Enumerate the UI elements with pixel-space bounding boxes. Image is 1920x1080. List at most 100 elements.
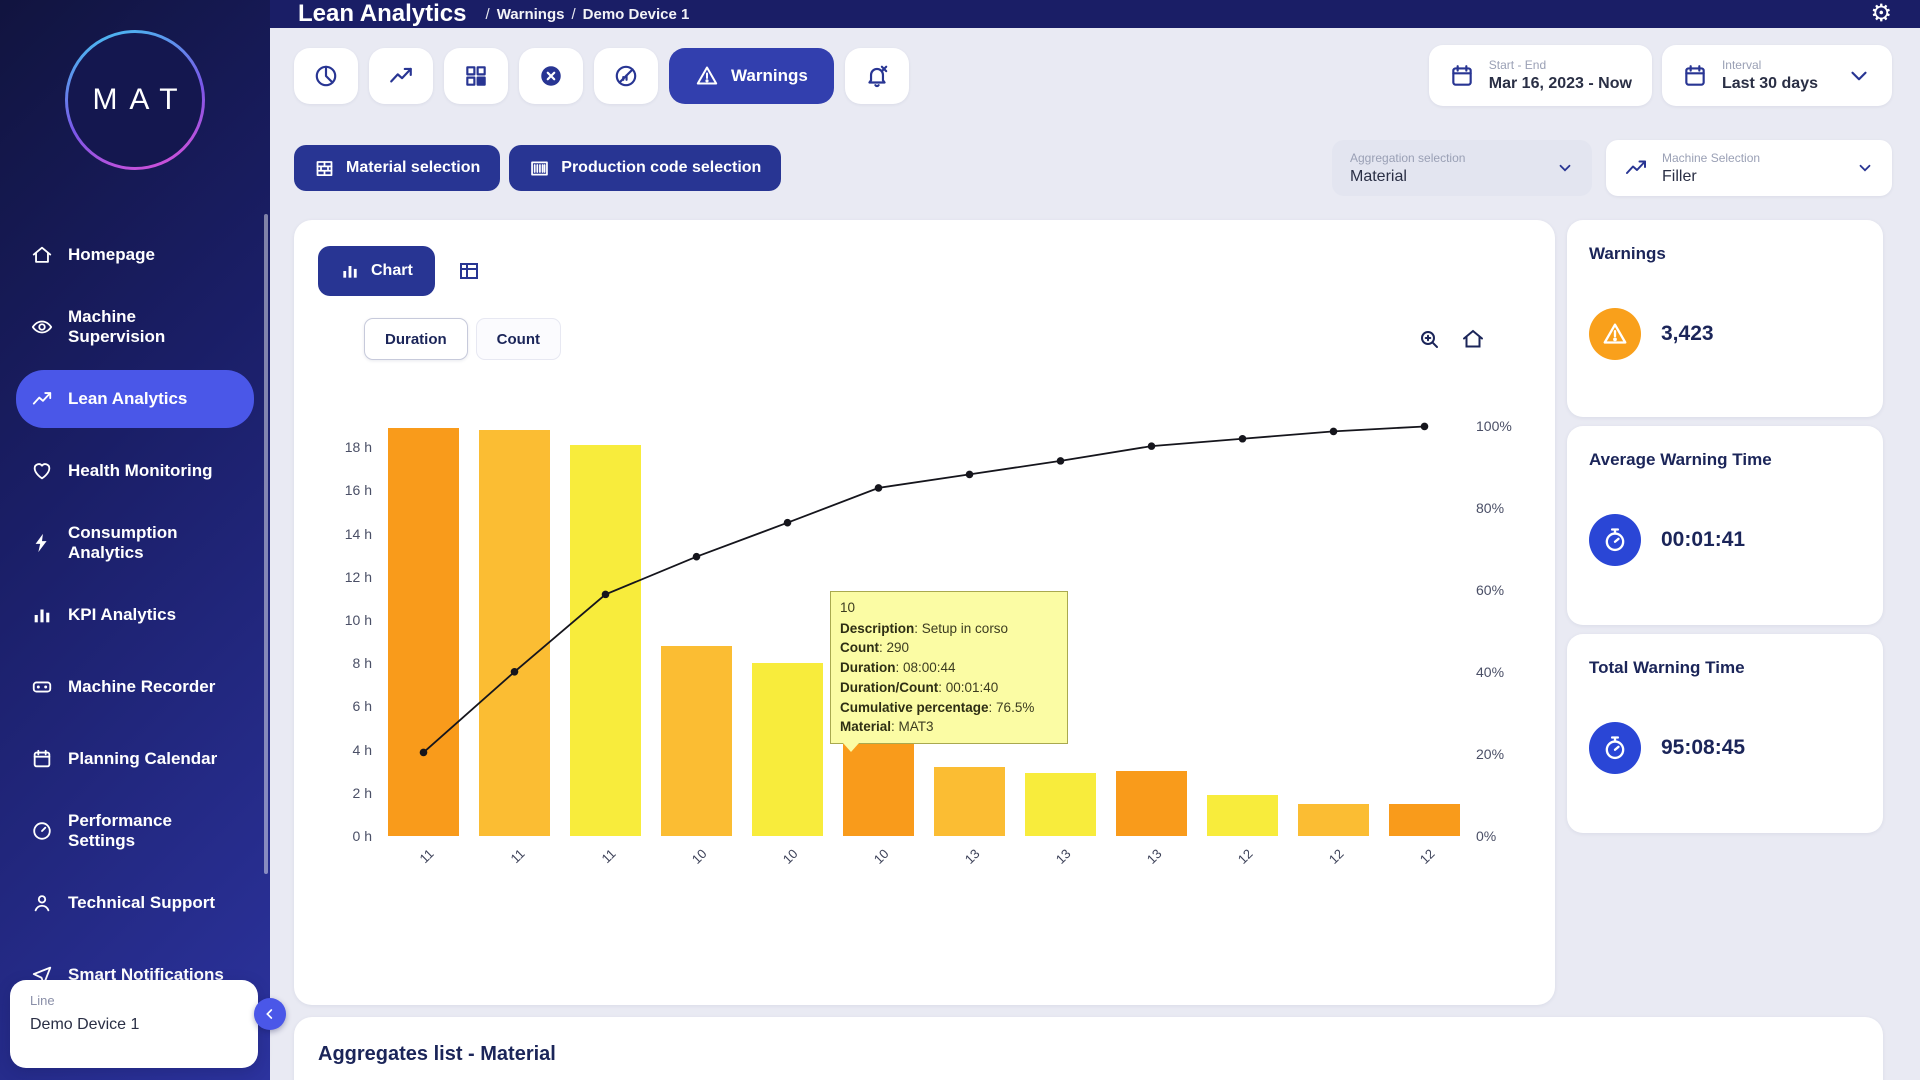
bell-x-icon	[864, 63, 890, 89]
pie-chart-view-button[interactable]	[294, 48, 358, 104]
tooltip-row: Duration/Count: 00:01:40	[840, 678, 1058, 698]
breadcrumb-device[interactable]: Demo Device 1	[583, 6, 690, 23]
tooltip-row: Material: MAT3	[840, 717, 1058, 737]
gauge-icon	[30, 819, 54, 843]
date-range-label: Start - End	[1489, 58, 1632, 72]
breadcrumb-warnings[interactable]: Warnings	[497, 6, 565, 23]
y-left-tick: 0 h	[353, 828, 372, 844]
sidebar-item-kpi-analytics[interactable]: KPI Analytics	[16, 586, 254, 644]
speed-losses-view-button[interactable]	[594, 48, 658, 104]
person-icon	[30, 891, 54, 915]
sidebar-item-label: Machine Supervision	[68, 307, 228, 348]
reset-home-icon[interactable]	[1461, 327, 1485, 351]
interval-value: Last 30 days	[1722, 75, 1818, 93]
device-selector-card[interactable]: Line Demo Device 1	[10, 980, 258, 1068]
warnings-stat-card: Warnings 3,423	[1567, 220, 1883, 417]
sidebar-item-machine-recorder[interactable]: Machine Recorder	[16, 658, 254, 716]
y-right-tick: 40%	[1476, 664, 1504, 680]
sidebar-item-health-monitoring[interactable]: Health Monitoring	[16, 442, 254, 500]
device-name: Demo Device 1	[30, 1016, 238, 1034]
sidebar-scrollbar[interactable]	[264, 214, 268, 874]
count-toggle-button[interactable]: Count	[476, 318, 561, 360]
x-tick-label: 12	[1202, 846, 1255, 899]
sidebar-item-label: KPI Analytics	[68, 605, 176, 625]
sidebar-collapse-button[interactable]	[254, 998, 286, 1030]
grid-view-button[interactable]	[444, 48, 508, 104]
sidebar-item-label: Homepage	[68, 245, 155, 265]
warning-triangle-icon	[695, 64, 719, 88]
sidebar-item-label: Lean Analytics	[68, 389, 187, 409]
top-header: Lean Analytics / Warnings / Demo Device …	[270, 0, 1920, 28]
x-tick-label: 12	[1293, 846, 1346, 899]
stops-view-button[interactable]	[519, 48, 583, 104]
trend-view-button[interactable]	[369, 48, 433, 104]
stat-title: Total Warning Time	[1589, 658, 1861, 678]
x-tick-label: 10	[838, 846, 891, 899]
aggregates-list-card: Aggregates list - Material	[294, 1017, 1883, 1080]
settings-gear-icon[interactable]: ⚙	[1870, 2, 1892, 26]
machine-selection-value: Filler	[1662, 168, 1760, 186]
x-tick-label: 11	[474, 846, 527, 899]
duration-toggle-button[interactable]: Duration	[364, 318, 468, 360]
alarms-off-view-button[interactable]	[845, 48, 909, 104]
table-view-button[interactable]	[457, 259, 481, 283]
breadcrumb-separator: /	[571, 6, 575, 23]
sidebar-item-label: Technical Support	[68, 893, 215, 913]
aggregation-selection-dropdown[interactable]: Aggregation selection Material	[1332, 140, 1592, 196]
bricks-icon	[314, 158, 335, 179]
sidebar-item-planning-calendar[interactable]: Planning Calendar	[16, 730, 254, 788]
sidebar-item-label: Consumption Analytics	[68, 523, 228, 564]
y-right-tick: 80%	[1476, 500, 1504, 516]
heart-icon	[30, 459, 54, 483]
interval-picker[interactable]: Interval Last 30 days	[1662, 45, 1892, 106]
x-tick-label: 13	[1111, 846, 1164, 899]
sidebar-item-label: Health Monitoring	[68, 461, 212, 481]
sidebar-item-label: Planning Calendar	[68, 749, 217, 769]
average-warning-time-card: Average Warning Time 00:01:41	[1567, 426, 1883, 625]
aggregation-label: Aggregation selection	[1350, 151, 1465, 165]
grid-icon	[463, 63, 489, 89]
trend-line-icon	[1624, 156, 1648, 180]
chevron-left-icon	[262, 1006, 278, 1022]
breadcrumb-separator: /	[486, 6, 490, 23]
chart-view-button[interactable]: Chart	[318, 246, 435, 296]
tooltip-rows: Description: Setup in corsoCount: 290Dur…	[840, 619, 1058, 737]
sidebar-nav: Homepage Machine Supervision Lean Analyt…	[0, 226, 270, 1004]
dashboard-grid: Chart Duration Count 11111110101013131	[294, 220, 1892, 1005]
barcode-icon	[529, 158, 550, 179]
aggregation-value: Material	[1350, 168, 1465, 186]
bar-chart-icon	[340, 261, 360, 281]
sidebar-item-performance-settings[interactable]: Performance Settings	[16, 802, 254, 860]
sidebar-item-lean-analytics[interactable]: Lean Analytics	[16, 370, 254, 428]
stat-title: Average Warning Time	[1589, 450, 1861, 470]
selection-dropdowns: Aggregation selection Material Machine S…	[1332, 140, 1892, 196]
x-tick-label: 10	[656, 846, 709, 899]
machine-selection-label: Machine Selection	[1662, 151, 1760, 165]
material-selection-button[interactable]: Material selection	[294, 145, 500, 191]
y-left-tick: 2 h	[353, 785, 372, 801]
date-range-picker[interactable]: Start - End Mar 16, 2023 - Now	[1429, 45, 1652, 106]
main-area: Lean Analytics / Warnings / Demo Device …	[270, 0, 1920, 1080]
zoom-icon[interactable]	[1417, 327, 1441, 351]
table-icon	[457, 259, 481, 283]
x-axis-labels: 111111101010131313121212	[388, 836, 1460, 896]
machine-selection-dropdown[interactable]: Machine Selection Filler	[1606, 140, 1892, 196]
sidebar-item-technical-support[interactable]: Technical Support	[16, 874, 254, 932]
calendar-icon	[1682, 63, 1708, 89]
sidebar-item-homepage[interactable]: Homepage	[16, 226, 254, 284]
sidebar-item-machine-supervision[interactable]: Machine Supervision	[16, 298, 254, 356]
chart-tooltip: 10 Description: Setup in corsoCount: 290…	[830, 591, 1068, 744]
sidebar-item-consumption-analytics[interactable]: Consumption Analytics	[16, 514, 254, 572]
page-title: Lean Analytics	[298, 0, 467, 28]
y-right-tick: 20%	[1476, 746, 1504, 762]
production-code-selection-label: Production code selection	[561, 159, 761, 177]
aggregates-title: Aggregates list - Material	[318, 1043, 1859, 1066]
production-code-selection-button[interactable]: Production code selection	[509, 145, 781, 191]
sidebar: MAT Homepage Machine Supervision Lean An…	[0, 0, 270, 1080]
date-range-value: Mar 16, 2023 - Now	[1489, 75, 1632, 93]
warnings-view-button[interactable]: Warnings	[669, 48, 834, 104]
stopwatch-icon	[1589, 722, 1641, 774]
calendar-icon	[30, 747, 54, 771]
device-type-label: Line	[30, 993, 238, 1008]
x-tick-label: 12	[1384, 846, 1437, 899]
